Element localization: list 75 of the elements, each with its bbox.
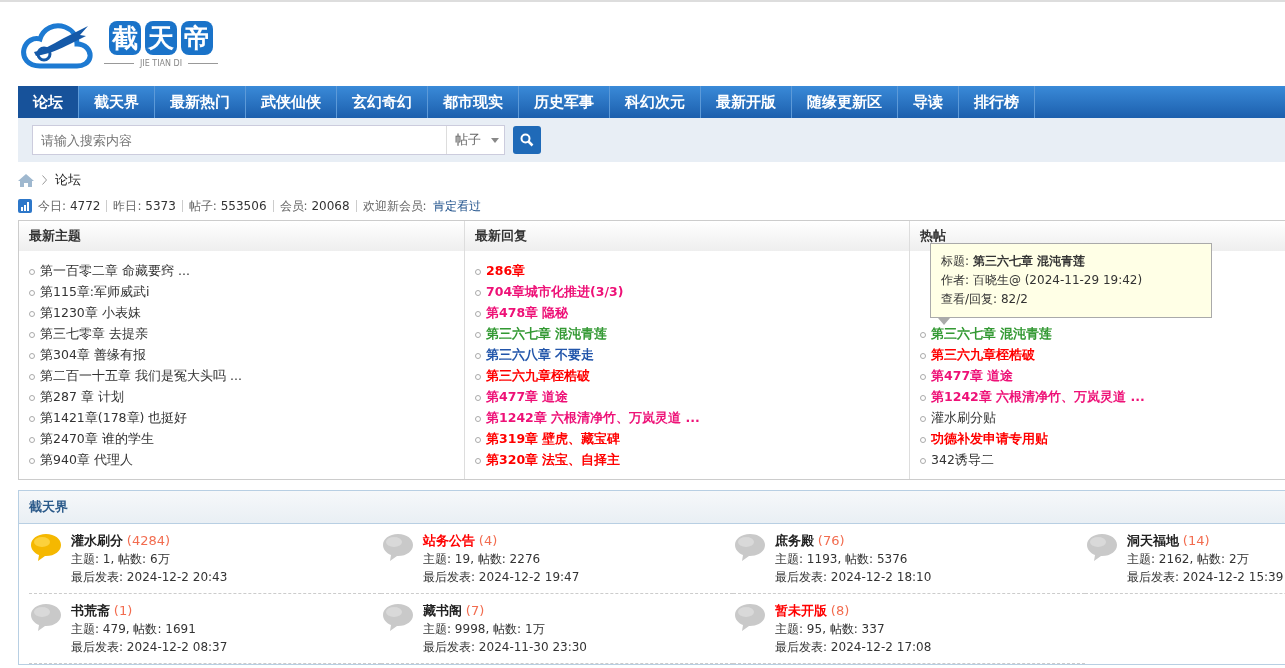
last-post: 最后发表: 2024-12-2 18:10 (775, 569, 932, 586)
topic-link[interactable]: 第115章:军师威武i (40, 284, 150, 301)
last-post: 最后发表: 2024-11-30 23:30 (423, 639, 587, 656)
forum-stats: 主题: 19, 帖数: 2276 (423, 551, 542, 568)
topic-link[interactable]: 功德补发申请专用贴 (931, 431, 1048, 448)
topic-link[interactable]: 第477章 道途 (931, 368, 1014, 385)
topic-link[interactable]: 第1242章 六根清净竹、万岚灵道 ... (486, 410, 700, 427)
logo-text: 帝 (181, 20, 214, 55)
topic-link[interactable]: 第477章 道途 (486, 389, 569, 406)
member-link[interactable]: 肯定看过 (432, 197, 481, 215)
section-header: 截天界 (19, 491, 1285, 524)
last-post: 最后发表: 2024-12-2 19:47 (423, 569, 580, 586)
topic-link[interactable]: 第1230章 小表妹 (40, 305, 141, 322)
topic-link[interactable]: 第1421章(178章) 也挺好 (40, 410, 188, 427)
topic-link[interactable]: 342诱导二 (931, 452, 994, 469)
forum-stats: 主题: 1, 帖数: 6万 (71, 551, 171, 568)
logo-text: 天 (145, 20, 178, 55)
forum-name[interactable]: 书荒斋 (71, 603, 110, 618)
logo-text: 截 (109, 20, 142, 55)
stat-text: 昨日: 5373 (113, 197, 176, 215)
topic-link[interactable]: 第1242章 六根清净竹、万岚灵道 ... (931, 389, 1145, 406)
topic-link[interactable]: 第287 章 计划 (40, 389, 124, 406)
last-post: 最后发表: 2024-12-2 08:37 (71, 639, 228, 656)
breadcrumb-item[interactable]: 论坛 (55, 171, 81, 189)
topic-link[interactable]: 第三六九章桎梏破 (486, 368, 590, 385)
forum-name[interactable]: 暂未开版 (775, 603, 827, 618)
last-post: 最后发表: 2024-12-2 17:08 (775, 639, 932, 656)
post-count: (7) (465, 603, 485, 618)
topic-link[interactable]: 第478章 隐秘 (486, 305, 569, 322)
forum-stats: 主题: 479, 帖数: 1691 (71, 621, 197, 638)
topic-link[interactable]: 第三六九章桎梏破 (931, 347, 1035, 364)
topic-link[interactable]: 第三六七章 混沌青莲 (486, 326, 608, 343)
forum-name[interactable]: 站务公告 (423, 533, 475, 548)
forum-name[interactable]: 灌水刷分 (71, 533, 123, 548)
topic-link[interactable]: 第二百一十五章 我们是冤大头吗 ... (40, 368, 242, 385)
forum-stats: 主题: 2162, 帖数: 2万 (1127, 551, 1250, 568)
search-field[interactable]: 请输入搜索内容 帖子 (32, 125, 505, 155)
topic-link[interactable]: 第304章 善缘有报 (40, 347, 146, 364)
stat-text: 帖子: 553506 (188, 197, 267, 215)
topic-link[interactable]: 第三六七章 混沌青莲 (931, 326, 1053, 343)
forum-stats: 主题: 95, 帖数: 337 (775, 621, 886, 638)
chevron-icon (42, 175, 47, 185)
topic-link[interactable]: 第319章 壁虎、藏宝碑 (486, 431, 621, 448)
stat-text: 今日: 4772 (38, 197, 101, 215)
post-count: (8) (830, 603, 850, 618)
logo-subtitle: JIE TIAN DI (140, 58, 183, 68)
topic-link[interactable]: 286章 (486, 263, 526, 280)
topic-link[interactable]: 704章城市化推进(3/3) (486, 284, 624, 301)
scope-dropdown[interactable]: 帖子 (446, 126, 504, 154)
post-count: (76) (817, 533, 845, 548)
post-count: (1) (113, 603, 133, 618)
topic-link[interactable]: 第一百零二章 命藏要窍 ... (40, 263, 190, 280)
search-icon (520, 133, 534, 147)
topic-link[interactable]: 第320章 法宝、自择主 (486, 452, 621, 469)
topic-link[interactable]: 第940章 代理人 (40, 452, 133, 469)
tooltip: 标题: 第三六七章 混沌青莲 作者: 百晓生@ (2024-11-29 19:42) 查看/回复: 82/2 (930, 243, 1212, 325)
chart-icon (18, 199, 32, 213)
forum-stats: 主题: 1193, 帖数: 5376 (775, 551, 909, 568)
topic-link[interactable]: 第三六八章 不要走 (486, 347, 595, 364)
search-button[interactable] (513, 126, 541, 154)
topic-link[interactable]: 第三七零章 去提亲 (40, 326, 148, 343)
nav-tab[interactable]: 论坛 (18, 86, 79, 118)
welcome-text: 欢迎新会员: (362, 197, 427, 215)
forum-name[interactable]: 藏书阁 (423, 603, 462, 618)
stat-text: 会员: 20068 (279, 197, 350, 215)
post-count: (14) (1182, 533, 1210, 548)
topic-link[interactable]: 第2470章 谁的学生 (40, 431, 154, 448)
forum-name[interactable]: 庶务殿 (775, 533, 814, 548)
last-post: 最后发表: 2024-12-2 20:43 (71, 569, 228, 586)
forum-stats: 主题: 9998, 帖数: 1万 (423, 621, 546, 638)
post-count: (4284) (126, 533, 171, 548)
topic-link[interactable]: 灌水刷分贴 (931, 410, 996, 427)
post-count: (4) (478, 533, 498, 548)
last-post: 最后发表: 2024-12-2 15:39 (1127, 569, 1284, 586)
forum-name[interactable]: 洞天福地 (1127, 533, 1179, 548)
